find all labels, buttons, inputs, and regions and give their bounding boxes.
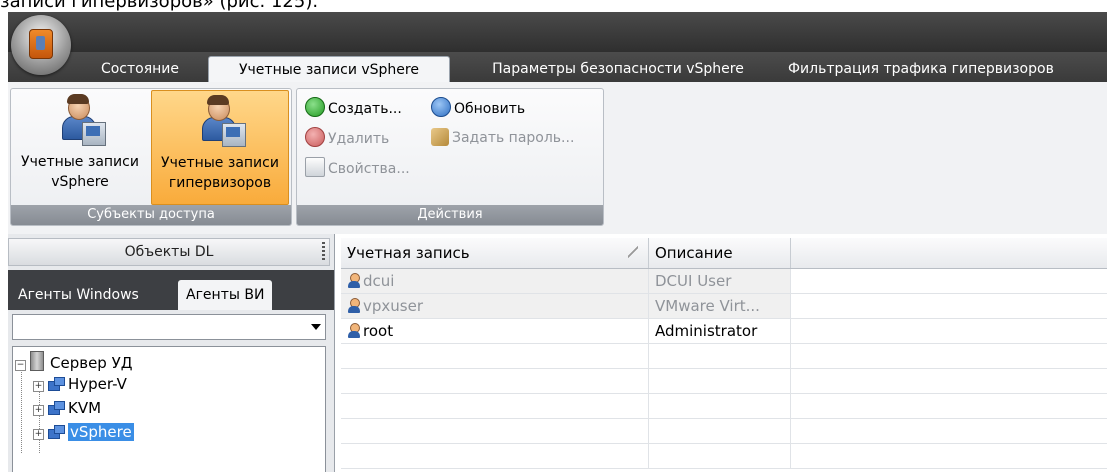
table-row[interactable]: vpxuser VMware Virt... xyxy=(341,294,1107,319)
tab-status[interactable]: Состояние xyxy=(90,56,190,82)
tree-node-hyperv[interactable]: + Hyper-V xyxy=(33,373,127,395)
group-actions: Создать... Обновить Удалить Задать парол… xyxy=(296,88,604,226)
filter-combobox[interactable] xyxy=(12,314,326,340)
user-icon xyxy=(347,298,361,314)
group-label-actions: Действия xyxy=(297,205,603,225)
delete-icon xyxy=(305,127,325,147)
chevron-down-icon xyxy=(311,324,321,330)
network-icon xyxy=(48,425,65,439)
pane-grip-handle[interactable] xyxy=(322,242,325,262)
tab-windows-agents[interactable]: Агенты Windows xyxy=(18,280,139,310)
app-window: Состояние Учетные записи vSphere Парамет… xyxy=(8,12,1107,472)
create-button[interactable]: Создать... xyxy=(305,97,402,119)
empty-row xyxy=(341,419,1107,444)
table-row[interactable]: root Administrator xyxy=(341,319,1107,344)
tab-vsphere-accounts[interactable]: Учетные записи vSphere xyxy=(208,56,450,83)
app-logo-icon xyxy=(29,29,53,59)
objects-pane: Объекты DL Агенты Windows Агенты ВИ − Сер… xyxy=(8,234,335,472)
grid-header: Учетная запись Описание xyxy=(341,238,1107,269)
set-password-button[interactable]: Задать пароль... xyxy=(431,127,574,149)
group-label-subjects: Субъекты доступа xyxy=(11,205,291,225)
network-icon xyxy=(48,401,65,415)
user-computer-icon xyxy=(56,94,106,146)
key-icon xyxy=(431,128,449,146)
user-icon xyxy=(347,323,361,339)
properties-icon xyxy=(305,157,325,177)
refresh-button[interactable]: Обновить xyxy=(431,97,525,119)
refresh-icon xyxy=(431,97,451,117)
tree-node-vsphere[interactable]: + vSphere xyxy=(33,421,134,443)
objects-tree: − Сервер УД + Hyper-V + KVM + vSphere xyxy=(12,346,326,472)
empty-row xyxy=(341,444,1107,469)
empty-row xyxy=(341,394,1107,419)
vsphere-accounts-button[interactable]: Учетные записи vSphere xyxy=(12,90,148,203)
tab-vsphere-security[interactable]: Параметры безопасности vSphere xyxy=(468,56,768,82)
properties-button[interactable]: Свойства... xyxy=(305,157,410,179)
collapse-icon[interactable]: − xyxy=(15,360,26,371)
tab-hypervisor-traffic-filtering[interactable]: Фильтрация трафика гипервизоров xyxy=(788,56,1106,82)
group-access-subjects: Учетные записи vSphere Учетные записи ги… xyxy=(10,88,292,226)
network-icon xyxy=(48,377,65,391)
ribbon: Учетные записи vSphere Учетные записи ги… xyxy=(8,82,1107,234)
title-bar xyxy=(8,12,1107,52)
server-icon xyxy=(30,351,44,371)
tab-vi-agents[interactable]: Агенты ВИ xyxy=(178,280,273,310)
user-icon xyxy=(347,273,361,289)
workspace: Объекты DL Агенты Windows Агенты ВИ − Сер… xyxy=(8,234,1107,472)
tree-node-server[interactable]: − Сервер УД xyxy=(15,351,132,373)
accounts-grid: Учетная запись Описание dcui DCUI User v… xyxy=(341,234,1107,472)
objects-pane-header: Объекты DL xyxy=(8,238,330,266)
ribbon-tabs: Состояние Учетные записи vSphere Парамет… xyxy=(8,52,1107,83)
column-header-description[interactable]: Описание xyxy=(649,238,791,268)
sort-icon xyxy=(628,246,638,258)
vsphere-accounts-label: Учетные записи vSphere xyxy=(21,154,139,190)
app-menu-button[interactable] xyxy=(11,15,71,75)
user-computer-icon xyxy=(196,95,246,147)
add-icon xyxy=(305,97,325,117)
agent-tabs: Агенты Windows Агенты ВИ xyxy=(8,270,334,310)
expand-icon[interactable]: + xyxy=(33,429,44,440)
empty-row xyxy=(341,344,1107,369)
empty-row xyxy=(341,369,1107,394)
column-header-account[interactable]: Учетная запись xyxy=(341,238,649,268)
hypervisor-accounts-label: Учетные записи гипервизоров xyxy=(161,155,279,191)
tree-node-kvm[interactable]: + KVM xyxy=(33,397,101,419)
hypervisor-accounts-button[interactable]: Учетные записи гипервизоров xyxy=(151,90,289,205)
expand-icon[interactable]: + xyxy=(33,381,44,392)
expand-icon[interactable]: + xyxy=(33,405,44,416)
table-row[interactable]: dcui DCUI User xyxy=(341,269,1107,294)
delete-button[interactable]: Удалить xyxy=(305,127,389,149)
